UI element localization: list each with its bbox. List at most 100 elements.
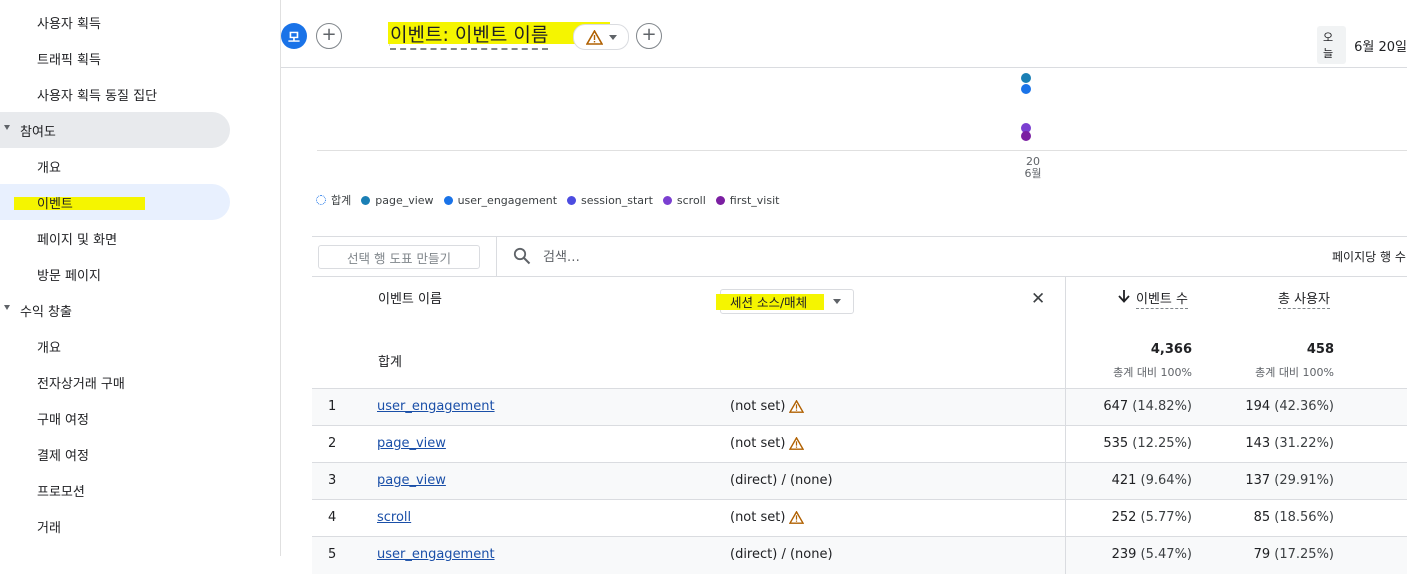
add-filter-button[interactable]: + (636, 23, 662, 49)
sidebar-item-label: 개요 (37, 160, 61, 176)
sidebar-item-label: 프로모션 (37, 484, 85, 500)
table-row[interactable]: 5 user_engagement (direct) / (none) 239 (5.… (312, 536, 1407, 574)
total-users-cell: 79 (17.25%) (1184, 547, 1334, 562)
sidebar-item-label: 사용자 획득 (37, 16, 101, 32)
event-count-value: 647 (1103, 399, 1129, 414)
legend-item-total[interactable]: 합계 (316, 192, 351, 208)
table-toolbar: 선택 행 도표 만들기 페이지당 행 수 (312, 236, 1407, 277)
sidebar-section-monetization[interactable]: 수익 창출 (0, 292, 230, 328)
warning-icon (789, 400, 805, 413)
legend-item-session-start[interactable]: session_start (567, 194, 653, 207)
date-range-picker[interactable]: 오늘 6월 20일 (1317, 26, 1407, 64)
sidebar-item-landing-page[interactable]: 방문 페이지 (0, 256, 230, 292)
sidebar-item-label: 참여도 (20, 124, 56, 140)
remove-dimension-button[interactable]: ✕ (1031, 290, 1045, 308)
legend-item-scroll[interactable]: scroll (662, 193, 706, 207)
total-users-subtitle: 총계 대비 100% (1255, 366, 1334, 379)
chart-legend: 합계 page_view user_engagement session_sta… (316, 192, 779, 208)
legend-item-page-view[interactable]: page_view (361, 193, 434, 207)
sidebar-item-checkout-journey[interactable]: 결제 여정 (0, 436, 230, 472)
legend-label: scroll (676, 193, 706, 207)
sidebar-item-label: 수익 창출 (20, 304, 72, 320)
sidebar-item-events[interactable]: 이벤트 (0, 184, 230, 220)
table-row[interactable]: 1 user_engagement (not set) 647 (14.82%) 194… (312, 388, 1407, 426)
warning-icon (789, 511, 805, 524)
sidebar-item-engagement-overview[interactable]: 개요 (0, 148, 230, 184)
column-header-event-count[interactable]: 이벤트 수 (1136, 288, 1188, 309)
legend-marker (715, 195, 725, 205)
table-row[interactable]: 4 scroll (not set) 252 (5.77%) 85 (18.56%) (312, 499, 1407, 537)
sidebar-item-promotions[interactable]: 프로모션 (0, 472, 230, 508)
chart-point-page-view (1021, 73, 1031, 83)
legend-marker (662, 195, 672, 205)
column-header-event-name[interactable]: 이벤트 이름 (378, 288, 442, 307)
session-source-text: (not set) (730, 399, 786, 414)
page-title[interactable]: 이벤트: 이벤트 이름 (390, 20, 549, 50)
sidebar-item-label: 페이지 및 화면 (37, 232, 118, 248)
search-input[interactable] (541, 246, 945, 268)
event-count-value: 252 (1111, 510, 1137, 525)
add-comparison-button[interactable]: + (316, 23, 342, 49)
total-users: 458 (1306, 342, 1334, 357)
sidebar-item-label: 결제 여정 (37, 448, 89, 464)
comparison-avatar[interactable]: 모 (281, 23, 307, 49)
event-name-link[interactable]: scroll (377, 510, 411, 525)
divider (496, 237, 497, 276)
data-quality-dropdown[interactable] (573, 24, 629, 50)
sidebar-item-transactions[interactable]: 거래 (0, 508, 230, 544)
sidebar-item-label: 전자상거래 구매 (37, 376, 125, 392)
session-source-cell: (direct) / (none) (730, 547, 833, 562)
event-count-value: 421 (1111, 473, 1137, 488)
row-number: 5 (328, 547, 337, 562)
event-count-value: 239 (1111, 547, 1137, 562)
sidebar-item-acquisition-cohort[interactable]: 사용자 획득 동질 집단 (0, 76, 230, 112)
legend-marker (361, 195, 371, 205)
session-source-cell: (not set) (730, 399, 805, 414)
sidebar-item-label: 사용자 획득 동질 집단 (37, 88, 158, 104)
secondary-dimension-dropdown[interactable]: 세션 소스/매체 (720, 289, 854, 314)
chart-axis-line (317, 150, 1407, 151)
sidebar-item-label: 이벤트 (37, 196, 73, 212)
event-name-link[interactable]: page_view (377, 473, 446, 488)
table-row[interactable]: 3 page_view (direct) / (none) 421 (9.64%) 13… (312, 462, 1407, 500)
sidebar-item-label: 거래 (37, 520, 61, 536)
total-users-cell: 137 (29.91%) (1184, 473, 1334, 488)
report-header: 모 + 이벤트: 이벤트 이름 + 오늘 6월 20일 (281, 0, 1407, 68)
legend-item-first-visit[interactable]: first_visit (715, 194, 779, 207)
event-name-link[interactable]: page_view (377, 436, 446, 451)
table-row[interactable]: 2 page_view (not set) 535 (12.25%) 143 (31.2… (312, 425, 1407, 463)
total-users-percent: (17.25%) (1274, 547, 1334, 562)
legend-item-user-engagement[interactable]: user_engagement (443, 194, 557, 207)
event-name-link[interactable]: user_engagement (377, 547, 495, 562)
event-name-link[interactable]: user_engagement (377, 399, 495, 414)
plot-rows-button[interactable]: 선택 행 도표 만들기 (318, 245, 480, 269)
row-number: 4 (328, 510, 337, 525)
session-source-text: (direct) / (none) (730, 547, 833, 562)
sidebar-item-user-acquisition[interactable]: 사용자 획득 (0, 4, 230, 40)
sidebar-item-label: 방문 페이지 (37, 268, 101, 284)
date-range-text: 6월 20일 (1354, 39, 1407, 55)
sidebar-item-ecommerce-purchases[interactable]: 전자상거래 구매 (0, 364, 230, 400)
sort-descending-icon (1118, 290, 1130, 303)
session-source-text: (not set) (730, 436, 786, 451)
chart-point-user-engagement (1021, 84, 1031, 94)
session-source-text: (direct) / (none) (730, 473, 833, 488)
chart-point-first-visit (1021, 131, 1031, 141)
sidebar-item-label: 구매 여정 (37, 412, 89, 428)
total-users-cell: 143 (31.22%) (1184, 436, 1334, 451)
total-users-value: 143 (1245, 436, 1271, 451)
sidebar-item-traffic-acquisition[interactable]: 트래픽 획득 (0, 40, 230, 76)
event-count-cell: 252 (5.77%) (1042, 510, 1192, 525)
column-header-total-users[interactable]: 총 사용자 (1278, 288, 1330, 309)
legend-marker (567, 195, 577, 205)
sidebar-item-purchase-journey[interactable]: 구매 여정 (0, 400, 230, 436)
legend-marker (316, 195, 326, 205)
sidebar-item-label: 개요 (37, 340, 61, 356)
sidebar-section-engagement[interactable]: 참여도 (0, 112, 230, 148)
sidebar-item-pages-screens[interactable]: 페이지 및 화면 (0, 220, 230, 256)
dimension-label: 세션 소스/매체 (730, 295, 808, 310)
legend-label: page_view (375, 193, 434, 207)
total-users-cell: 194 (42.36%) (1184, 399, 1334, 414)
session-source-cell: (not set) (730, 436, 805, 451)
sidebar-item-monetization-overview[interactable]: 개요 (0, 328, 230, 364)
